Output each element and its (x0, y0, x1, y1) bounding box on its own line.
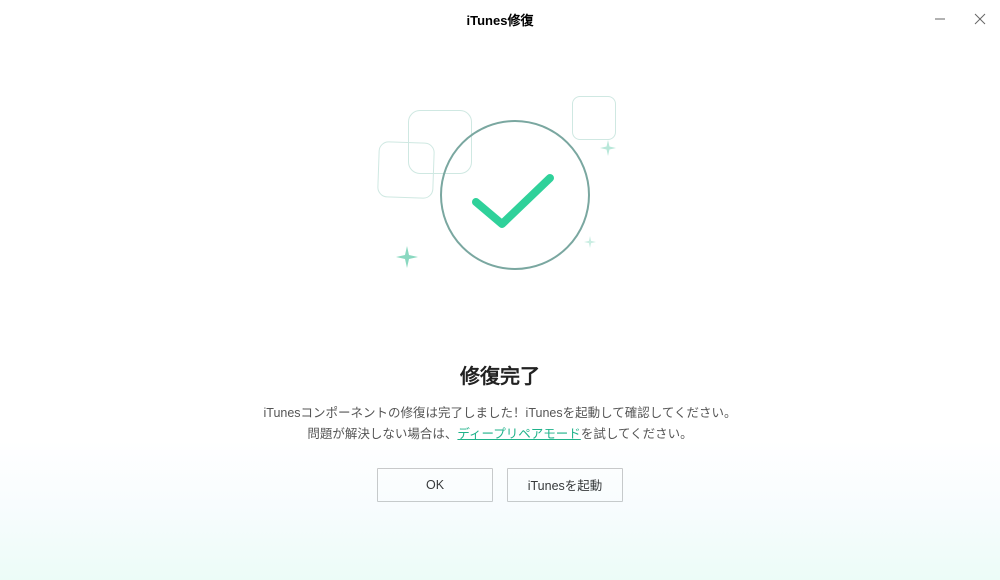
app-window: iTunes修復 (0, 0, 1000, 580)
content-area: 修復完了 iTunesコンポーネントの修復は完了しました！iTunesを起動して… (0, 38, 1000, 580)
minimize-button[interactable] (920, 0, 960, 38)
window-title: iTunes修復 (467, 10, 534, 29)
button-row: OK iTunesを起動 (377, 468, 623, 502)
sparkle-icon (396, 246, 418, 268)
decor-square (572, 96, 616, 140)
message-line-2-prefix: 問題が解決しない場合は、 (307, 427, 457, 441)
message-line-1: iTunesコンポーネントの修復は完了しました！iTunesを起動して確認してく… (264, 406, 737, 420)
message-line-2-suffix: を試してください。 (581, 427, 693, 441)
sparkle-icon (584, 236, 596, 248)
decor-square (377, 141, 435, 199)
checkmark-icon (468, 172, 558, 232)
sparkle-icon (600, 140, 616, 156)
window-controls (920, 0, 1000, 38)
close-icon (974, 13, 986, 25)
titlebar: iTunes修復 (0, 0, 1000, 38)
launch-itunes-button[interactable]: iTunesを起動 (507, 468, 623, 502)
deep-repair-link[interactable]: ディープリペアモード (457, 427, 580, 441)
close-button[interactable] (960, 0, 1000, 38)
result-heading: 修復完了 (460, 360, 540, 389)
success-illustration (350, 96, 650, 336)
minimize-icon (934, 13, 946, 25)
result-message: iTunesコンポーネントの修復は完了しました！iTunesを起動して確認してく… (264, 403, 737, 446)
ok-button[interactable]: OK (377, 468, 493, 502)
